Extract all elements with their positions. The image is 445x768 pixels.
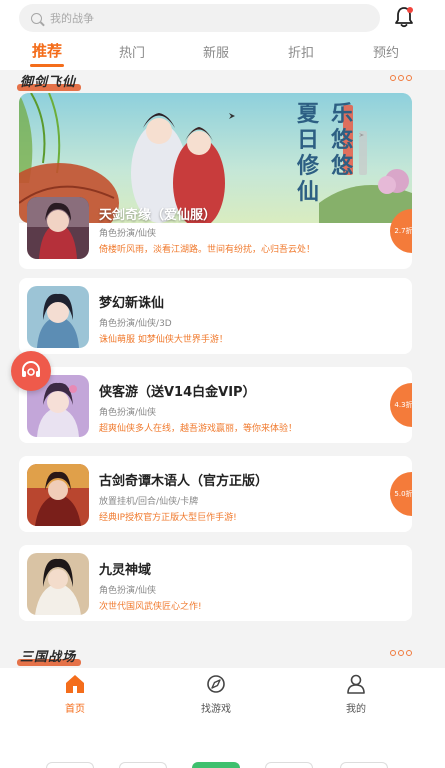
nav-label: 首页 (65, 704, 85, 715)
search-bar[interactable] (19, 4, 380, 32)
game-card[interactable]: 九灵神域 角色扮演/仙侠 次世代国风武侠匠心之作! (19, 545, 412, 621)
nav-mine[interactable]: 我的 (316, 674, 396, 715)
more-dots-icon[interactable] (390, 75, 412, 81)
game-card[interactable]: 侠客游（送V14白金VIP） 角色扮演/仙侠 超爽仙侠多人在线，越吾游戏赢丽，等… (19, 367, 412, 443)
game-tags: 放置挂机/回合/仙侠/卡牌 (99, 497, 199, 507)
game-tags: 角色扮演/仙侠/3D (99, 319, 172, 329)
game-description: 倚楼听风雨，淡看江湖路。世间有纷扰，心归吾云处！ (99, 245, 316, 255)
game-description: 超爽仙侠多人在线，越吾游戏赢丽，等你来体验！ (99, 424, 298, 434)
more-dots-icon[interactable] (390, 650, 412, 656)
game-description: 经典IP授权官方正版大型巨作手游! (99, 513, 237, 523)
game-thumbnail (27, 464, 89, 526)
tab-indicator (30, 64, 64, 67)
indicator-pill-active (192, 762, 240, 768)
indicator-pill (340, 762, 388, 768)
tab-hot[interactable]: 热门 (102, 42, 162, 61)
bell-icon[interactable] (393, 5, 415, 29)
section-title: 御剑飞仙 (17, 71, 81, 91)
bottom-indicator-strip (0, 740, 445, 768)
banner-calligraphy-right: 乐悠悠 (331, 101, 354, 179)
indicator-pill (265, 762, 313, 768)
discount-badge: 4.3折 (390, 383, 412, 427)
nav-home[interactable]: 首页 (35, 674, 115, 715)
search-input[interactable] (50, 11, 350, 25)
category-tabs: 推荐 热门 新服 折扣 预约 (0, 38, 445, 70)
discount-badge: 5.0折 (390, 472, 412, 516)
game-title: 侠客游（送V14白金VIP） (99, 385, 256, 400)
game-card[interactable]: 古剑奇谭木语人（官方正版） 放置挂机/回合/仙侠/卡牌 经典IP授权官方正版大型… (19, 456, 412, 532)
game-card[interactable]: 天剑奇缘（爱仙服） 角色扮演/仙侠 倚楼听风雨，淡看江湖路。世间有纷扰，心归吾云… (19, 193, 412, 269)
game-thumbnail (27, 286, 89, 348)
game-title: 九灵神域 (99, 563, 152, 578)
section-title: 三国战场 (17, 646, 81, 666)
section-header-1: 御剑飞仙 (0, 71, 445, 93)
headset-icon (22, 361, 40, 377)
game-description: 诛仙萌服 如梦仙侠大世界手游！ (99, 335, 228, 345)
home-icon (66, 675, 84, 693)
game-thumbnail (27, 553, 89, 615)
game-thumbnail (27, 197, 89, 259)
nav-find-games[interactable]: 找游戏 (176, 674, 256, 715)
indicator-pill (119, 762, 167, 768)
game-tags: 角色扮演/仙侠 (99, 586, 157, 596)
game-card[interactable]: 梦幻新诛仙 角色扮演/仙侠/3D 诛仙萌服 如梦仙侠大世界手游！ (19, 278, 412, 354)
tab-new-server[interactable]: 新服 (186, 42, 246, 61)
game-tags: 角色扮演/仙侠 (99, 408, 157, 418)
customer-service-button[interactable] (11, 351, 51, 391)
game-title: 天剑奇缘（爱仙服） (99, 208, 217, 223)
compass-icon (207, 675, 225, 693)
search-icon (31, 12, 42, 24)
game-title: 梦幻新诛仙 (99, 296, 165, 311)
tab-discount[interactable]: 折扣 (271, 42, 331, 61)
nav-label: 找游戏 (201, 704, 231, 715)
indicator-pill (46, 762, 94, 768)
nav-label: 我的 (346, 704, 366, 715)
header: 推荐 热门 新服 折扣 预约 (0, 0, 445, 70)
section-header-2: 三国战场 (0, 646, 445, 668)
banner-calligraphy-left: 夏日修仙 (297, 101, 320, 205)
game-tags: 角色扮演/仙侠 (99, 229, 157, 239)
game-description: 次世代国风武侠匠心之作! (99, 602, 202, 612)
tab-recommend[interactable]: 推荐 (17, 40, 77, 61)
game-title: 古剑奇谭木语人（官方正版） (99, 474, 269, 489)
tab-preorder[interactable]: 预约 (356, 42, 416, 61)
user-icon (347, 674, 365, 694)
